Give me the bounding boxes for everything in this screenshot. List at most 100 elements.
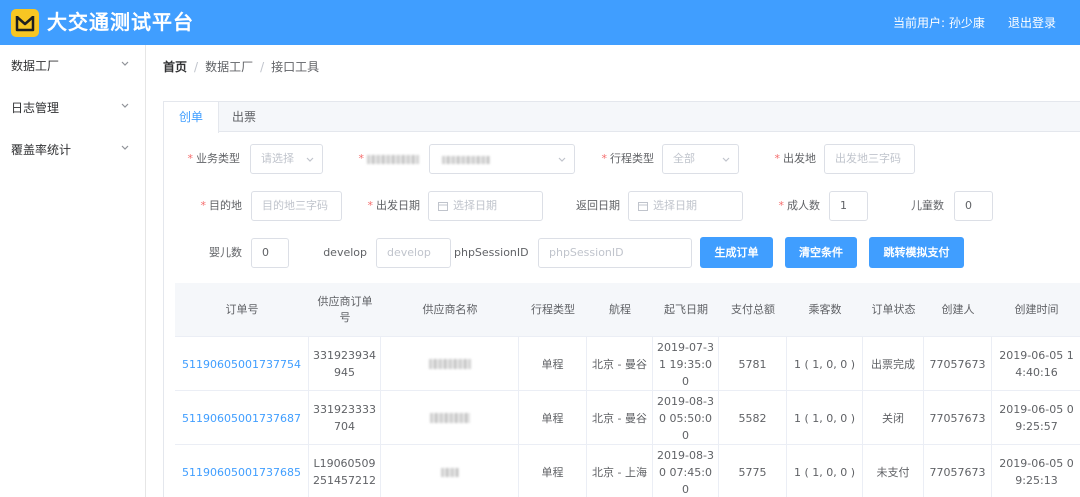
column-header: 支付总额 <box>731 303 775 316</box>
business-type-label: * 业务类型 <box>187 152 241 165</box>
column-header: 供应商名称 <box>422 303 478 316</box>
order-id-link[interactable]: 51190605001737687 <box>175 391 309 445</box>
return-date-picker[interactable]: 选择日期 <box>628 191 743 221</box>
main-content: 首页 / 数据工厂 / 接口工具 创单 出票 * 业务类型 请选择 * * 行程类型 全部 … <box>146 45 1080 497</box>
trip-type-select[interactable]: 全部 <box>662 144 739 174</box>
table-cell: 1 ( 1, 0, 0 ) <box>787 337 863 391</box>
supplier-name-cell <box>381 337 519 391</box>
column-header: 订单号 <box>225 303 259 316</box>
jump-mock-pay-button[interactable]: 跳转模拟支付 <box>869 237 964 268</box>
table-cell: 77057673 <box>924 391 992 445</box>
column-header: 创建时间 <box>1014 303 1059 316</box>
return-date-label-text: 返回日期 <box>576 199 620 212</box>
develop-label: develop <box>309 246 367 260</box>
breadcrumb-api-tool: 接口工具 <box>271 60 320 74</box>
chevron-down-icon <box>121 145 129 150</box>
business-type-placeholder: 请选择 <box>261 152 294 165</box>
departure-label: * 出发地 <box>774 152 817 165</box>
tab-issue-ticket[interactable]: 出票 <box>219 102 269 132</box>
create-order-button[interactable]: 生成订单 <box>700 237 773 268</box>
child-count-label: 儿童数 <box>892 199 944 213</box>
sidebar-item-coverage-stats[interactable]: 覆盖率统计 <box>0 129 145 171</box>
php-session-input[interactable]: phpSessionID <box>538 238 692 268</box>
table-cell: 北京 - 上海 <box>587 445 653 497</box>
order-id-link[interactable]: 51190605001737754 <box>175 337 309 391</box>
sidebar-item-label: 覆盖率统计 <box>11 143 72 157</box>
logout-link[interactable]: 退出登录 <box>1008 14 1056 32</box>
column-header: 创建人 <box>941 303 975 316</box>
table-cell: 未支付 <box>863 445 924 497</box>
infant-count-label-text: 婴儿数 <box>209 246 242 259</box>
chevron-down-icon <box>121 61 129 66</box>
depart-date-label-text: 出发日期 <box>376 199 420 212</box>
infant-count-value: 0 <box>262 246 269 259</box>
mail-icon <box>15 16 35 32</box>
table-row: 51190605001737754 331923934945 单程 北京 - 曼… <box>175 337 1080 391</box>
develop-input[interactable]: develop <box>376 238 451 268</box>
infant-count-input[interactable]: 0 <box>251 238 289 268</box>
table-cell: 331923333704 <box>309 391 381 445</box>
sidebar-item-label: 数据工厂 <box>11 59 60 73</box>
tab-bar: 创单 出票 <box>164 102 1080 133</box>
destination-placeholder: 目的地三字码 <box>262 199 328 212</box>
sidebar: 数据工厂 日志管理 覆盖率统计 <box>0 45 146 497</box>
redacted-value-blur <box>442 156 490 164</box>
table-cell: 2019-06-05 14:40:16 <box>999 349 1074 379</box>
redacted-label-blur <box>367 154 419 164</box>
redacted-supplier-blur <box>440 467 459 477</box>
table-cell: 1 ( 1, 0, 0 ) <box>787 445 863 497</box>
table-cell: 5781 <box>719 337 787 391</box>
adult-count-label: * 成人数 <box>778 199 821 212</box>
breadcrumb: 首页 / 数据工厂 / 接口工具 <box>163 59 319 75</box>
table-row: 51190605001737685 L19060509251457212 单程 … <box>175 445 1080 497</box>
table-row: 51190605001737687 331923333704 单程 北京 - 曼… <box>175 391 1080 445</box>
table-cell: L19060509251457212 <box>309 445 381 497</box>
table-cell: 2019-08-30 05:50:00 <box>653 391 719 445</box>
adult-count-input[interactable]: 1 <box>829 191 868 221</box>
adult-count-label-text: 成人数 <box>787 199 820 212</box>
child-count-value: 0 <box>965 199 972 212</box>
destination-label: * 目的地 <box>200 199 243 212</box>
app-logo <box>11 9 39 37</box>
supplier-name-cell <box>381 445 519 497</box>
table-cell: 5775 <box>719 445 787 497</box>
clear-conditions-button[interactable]: 清空条件 <box>785 237 857 268</box>
tool-card: 创单 出票 * 业务类型 请选择 * * 行程类型 全部 * 出发地 出发地三字码 *… <box>163 101 1080 497</box>
child-count-label-text: 儿童数 <box>911 199 944 212</box>
php-session-placeholder: phpSessionID <box>549 246 624 259</box>
sidebar-item-log-management[interactable]: 日志管理 <box>0 87 145 129</box>
table-cell: 331923934945 <box>309 337 381 391</box>
calendar-icon <box>438 202 448 211</box>
breadcrumb-home[interactable]: 首页 <box>163 60 187 74</box>
depart-date-label: * 出发日期 <box>367 199 421 212</box>
infant-count-label: 婴儿数 <box>174 246 242 260</box>
column-header: 行程类型 <box>531 303 575 316</box>
column-header: 航程 <box>609 303 631 316</box>
app-title: 大交通测试平台 <box>47 10 194 34</box>
chevron-down-icon <box>121 103 129 108</box>
table-cell: 1 ( 1, 0, 0 ) <box>787 391 863 445</box>
develop-label-text: develop <box>323 246 367 259</box>
child-count-input[interactable]: 0 <box>954 191 993 221</box>
destination-input[interactable]: 目的地三字码 <box>251 191 342 221</box>
depart-date-picker[interactable]: 选择日期 <box>428 191 543 221</box>
breadcrumb-data-factory[interactable]: 数据工厂 <box>205 60 253 74</box>
trip-type-label: * 行程类型 <box>601 152 655 165</box>
breadcrumb-separator: / <box>194 60 199 74</box>
redacted-select[interactable] <box>429 144 575 174</box>
tab-create-order[interactable]: 创单 <box>164 102 219 133</box>
column-header: 订单状态 <box>871 303 916 316</box>
breadcrumb-separator: / <box>260 60 265 74</box>
order-id-link[interactable]: 51190605001737685 <box>175 445 309 497</box>
current-user-label: 当前用户: 孙少康 <box>893 16 985 30</box>
table-cell: 2019-08-30 07:45:00 <box>653 445 719 497</box>
departure-input[interactable]: 出发地三字码 <box>824 144 915 174</box>
departure-label-text: 出发地 <box>783 152 816 165</box>
table-cell: 单程 <box>519 391 587 445</box>
table-cell: 77057673 <box>924 337 992 391</box>
business-type-label-text: 业务类型 <box>196 152 240 165</box>
table-cell: 北京 - 曼谷 <box>587 391 653 445</box>
business-type-select[interactable]: 请选择 <box>250 144 323 174</box>
redacted-supplier-blur <box>428 359 471 369</box>
sidebar-item-data-factory[interactable]: 数据工厂 <box>0 45 145 87</box>
